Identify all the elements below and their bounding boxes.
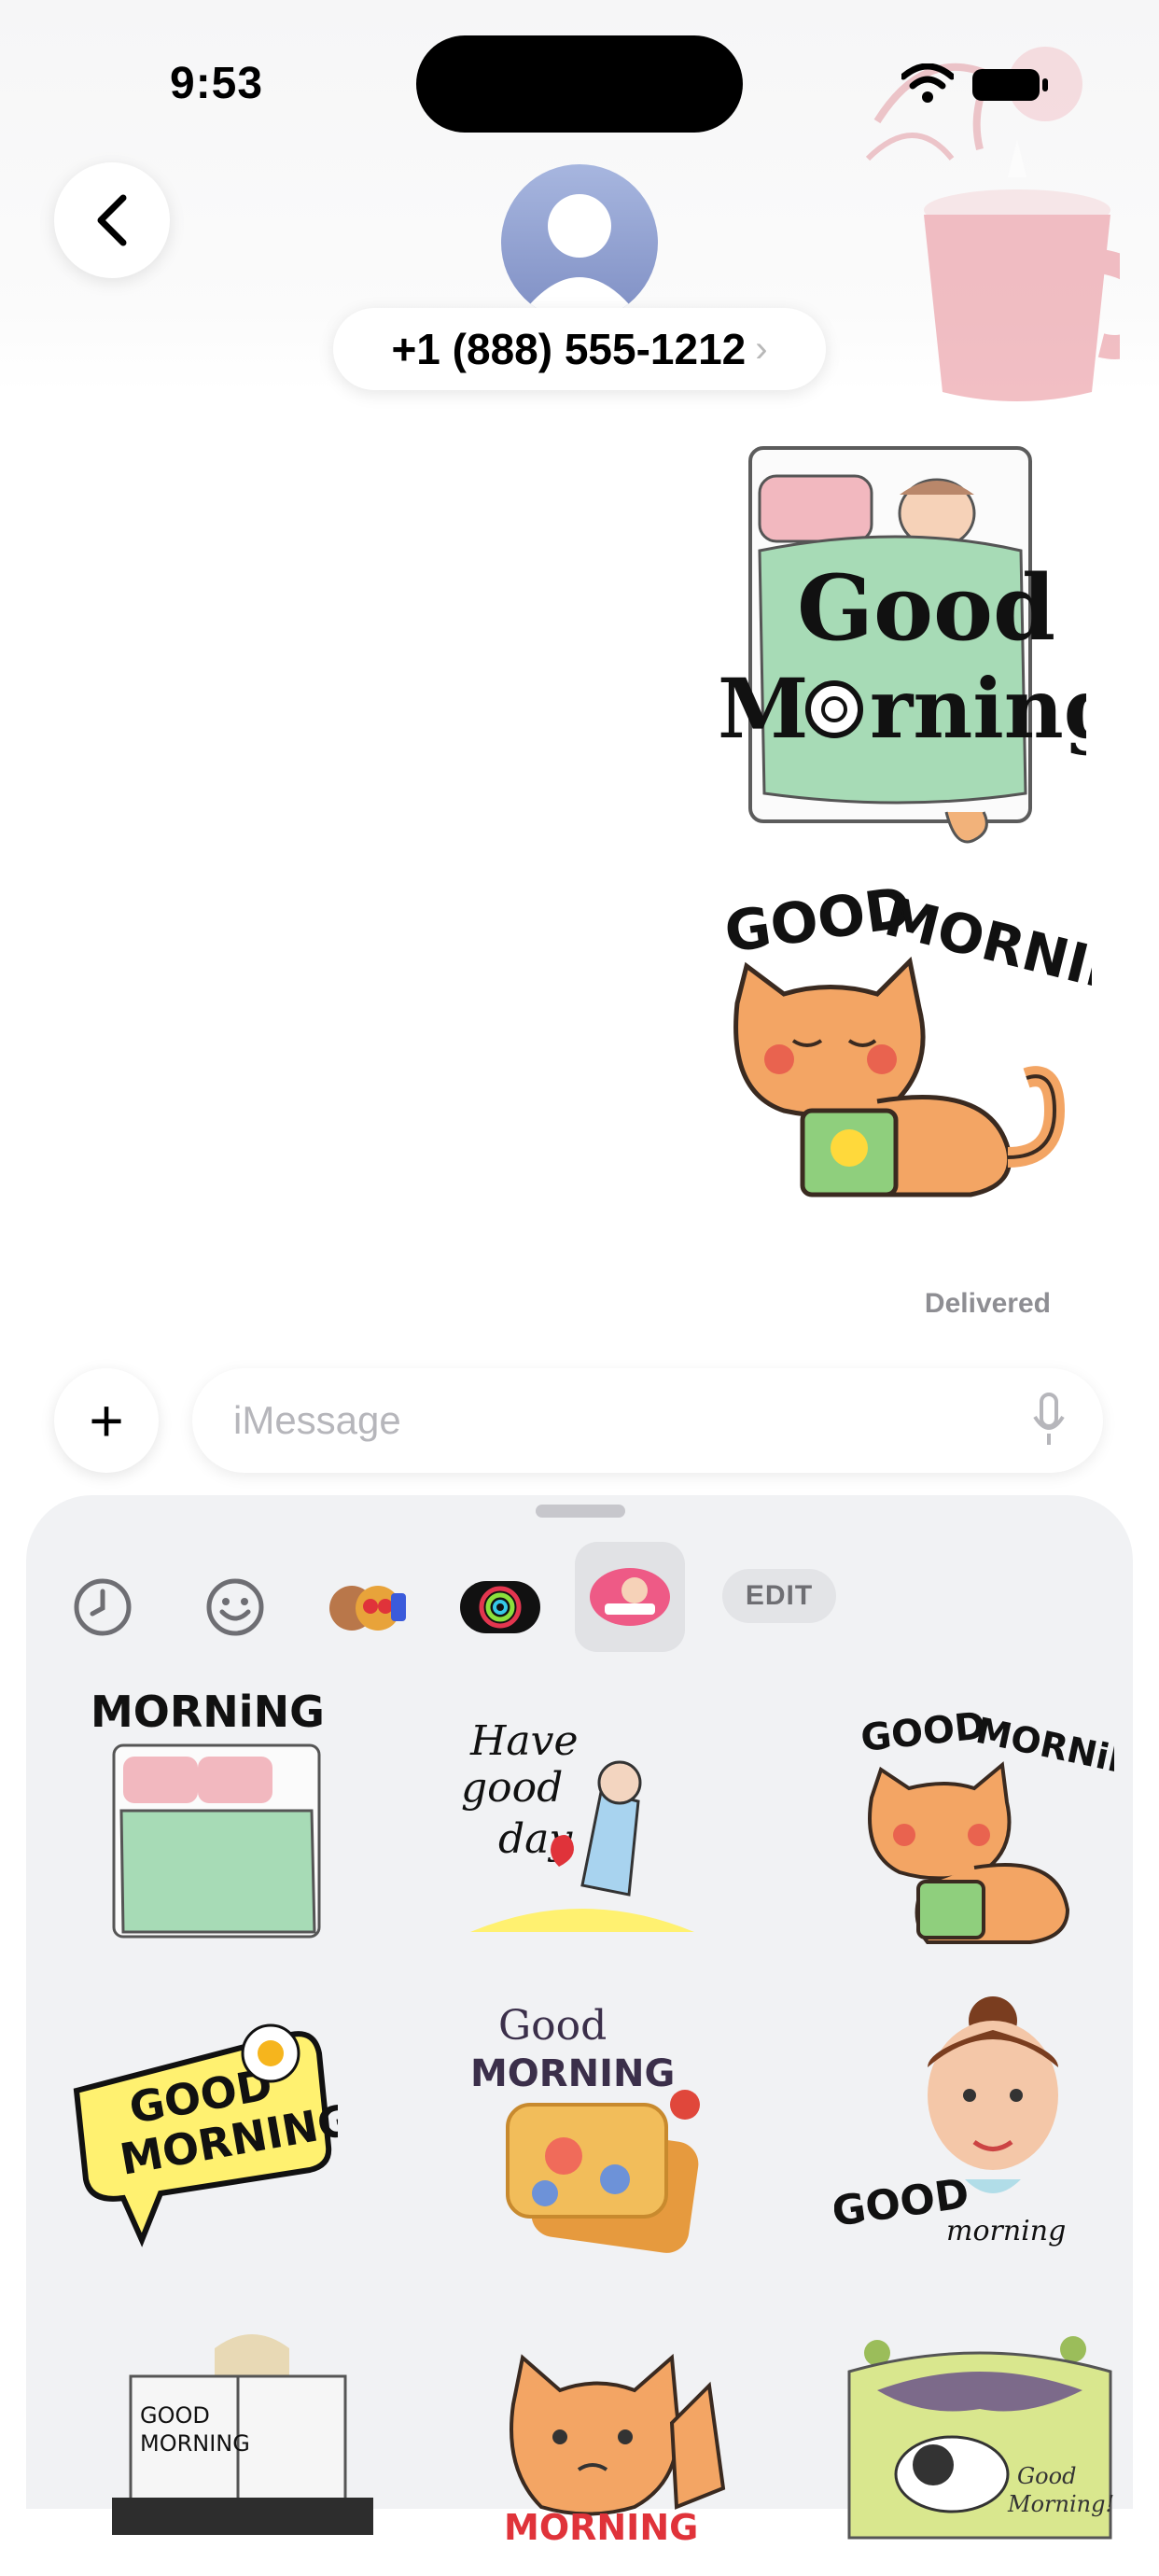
sticker-good-morning-bubble[interactable]: GOOD MORNING bbox=[58, 1997, 338, 2259]
svg-text:GOOD: GOOD bbox=[140, 2402, 210, 2429]
svg-text:MORNING: MORNING bbox=[504, 2507, 698, 2548]
sticker-good-morning-toast[interactable]: Good MORNING bbox=[442, 1993, 722, 2254]
tab-recents[interactable] bbox=[50, 1555, 155, 1659]
status-time: 9:53 bbox=[170, 59, 264, 108]
sticker-good-morning-girl[interactable]: GOOD morning bbox=[834, 1993, 1114, 2254]
sticker-morning-bed[interactable]: MORNiNG bbox=[58, 1680, 338, 1941]
svg-text:Morning!: Morning! bbox=[1007, 2491, 1114, 2517]
memoji-icon bbox=[329, 1586, 406, 1631]
message-placeholder: iMessage bbox=[233, 1398, 401, 1442]
plus-icon: + bbox=[89, 1387, 124, 1454]
chevron-left-icon bbox=[97, 194, 127, 246]
edit-apps-button[interactable]: EDIT bbox=[722, 1569, 836, 1623]
good-morning-bed-sticker[interactable]: Good M rning bbox=[713, 439, 1086, 849]
sticker-good-morning-newspaper[interactable]: GOOD MORNING bbox=[103, 2296, 383, 2557]
svg-text:Have: Have bbox=[469, 1717, 579, 1765]
contact-name-button[interactable]: +1 (888) 555-1212 › bbox=[333, 308, 826, 390]
tab-emoji[interactable] bbox=[183, 1555, 287, 1659]
good-morning-stickers-icon bbox=[590, 1568, 670, 1626]
contact-avatar[interactable] bbox=[501, 164, 658, 321]
svg-text:M: M bbox=[718, 660, 808, 757]
svg-text:MORNiNG: MORNiNG bbox=[91, 1687, 325, 1737]
svg-text:Good: Good bbox=[1017, 2463, 1076, 2489]
battery-icon bbox=[972, 69, 1048, 101]
tab-good-morning-stickers[interactable] bbox=[575, 1542, 685, 1652]
delivered-status: Delivered bbox=[924, 1288, 1051, 1319]
activity-icon bbox=[460, 1581, 540, 1633]
recents-icon bbox=[74, 1578, 132, 1636]
dynamic-island bbox=[416, 35, 743, 133]
sticker-good-morning-cat[interactable]: GOOD MORNiNG bbox=[834, 1695, 1114, 1956]
back-button[interactable] bbox=[54, 162, 170, 278]
microphone-icon[interactable] bbox=[1032, 1393, 1066, 1449]
svg-text:MORNING: MORNING bbox=[470, 2052, 675, 2095]
svg-text:rning: rning bbox=[870, 660, 1086, 757]
person-icon bbox=[524, 194, 635, 312]
good-morning-cat-sticker[interactable]: GOOD MORNING bbox=[709, 877, 1092, 1269]
svg-text:GOOD: GOOD bbox=[859, 1704, 987, 1760]
tab-activity[interactable] bbox=[448, 1555, 552, 1659]
sticker-sleepy-cat-bed[interactable]: Good Morning! bbox=[840, 2305, 1120, 2567]
svg-text:morning: morning bbox=[946, 2215, 1066, 2247]
emoji-icon bbox=[206, 1578, 264, 1636]
wifi-icon bbox=[901, 63, 954, 103]
svg-text:Good: Good bbox=[797, 555, 1055, 661]
message-input[interactable]: iMessage bbox=[192, 1368, 1103, 1473]
sticker-grumpy-cat-morning[interactable]: MORNING bbox=[485, 2315, 765, 2576]
svg-text:MORNING: MORNING bbox=[140, 2430, 250, 2457]
svg-text:good: good bbox=[461, 1764, 563, 1812]
tab-memoji[interactable] bbox=[315, 1555, 420, 1659]
contact-phone-number: +1 (888) 555-1212 bbox=[391, 325, 747, 373]
sticker-have-good-day[interactable]: Have good day bbox=[442, 1699, 722, 1960]
chevron-right-icon: › bbox=[755, 328, 768, 370]
drawer-grabber[interactable] bbox=[536, 1505, 625, 1518]
add-attachment-button[interactable]: + bbox=[54, 1368, 159, 1473]
svg-text:Good: Good bbox=[498, 2002, 607, 2050]
